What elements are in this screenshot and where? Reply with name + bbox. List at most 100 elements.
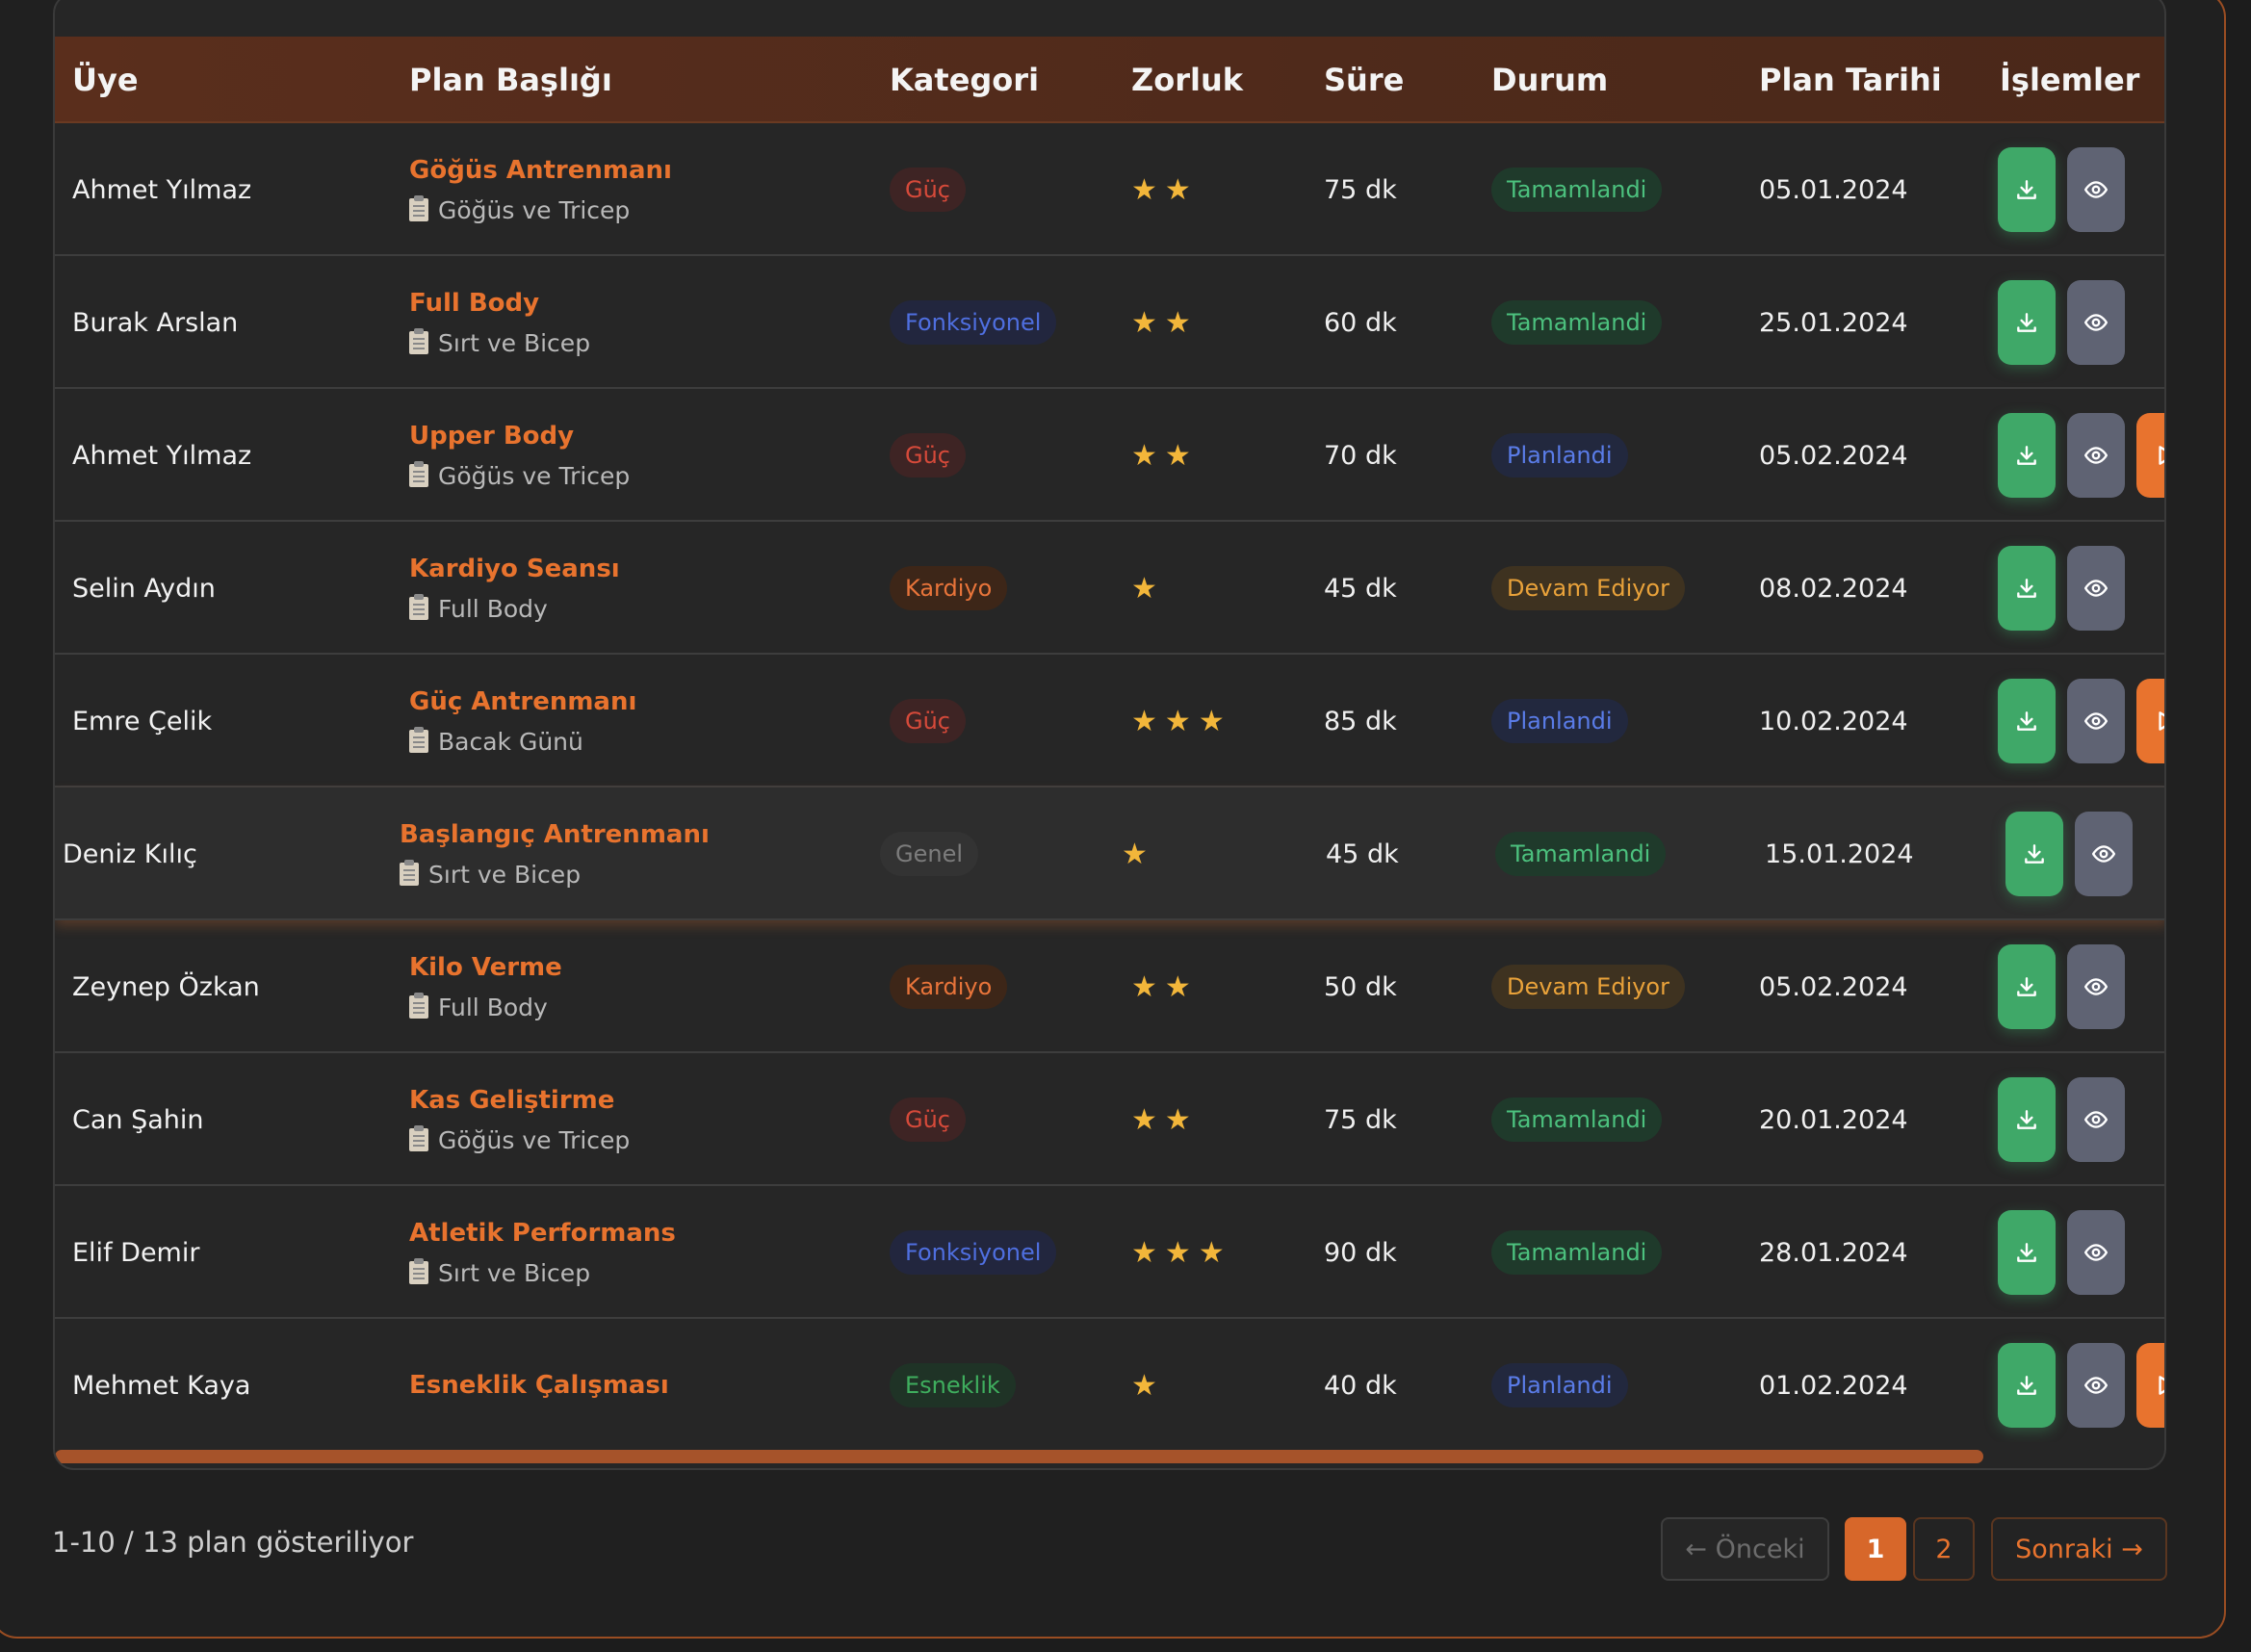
view-button[interactable]: [2067, 147, 2125, 232]
download-button[interactable]: [1998, 944, 2056, 1029]
view-button[interactable]: [2067, 679, 2125, 763]
actions-cell: [1998, 522, 2136, 655]
plan-subtitle: Sırt ve Bicep: [409, 328, 590, 357]
star-icon: ★: [1122, 838, 1148, 870]
status-badge: Planlandi: [1491, 1363, 1628, 1407]
previous-page-button[interactable]: ← Önceki: [1661, 1517, 1829, 1581]
status-badge: Planlandi: [1491, 699, 1628, 743]
view-button[interactable]: [2067, 1077, 2125, 1162]
clipboard-icon: [409, 727, 428, 753]
scrollbar-thumb[interactable]: [55, 1450, 1983, 1463]
status-badge: Tamamlandi: [1491, 168, 1663, 212]
table-row[interactable]: Ahmet Yılmaz Upper Body Göğüs ve Tricep …: [55, 389, 2164, 522]
actions-cell: [1998, 1319, 2164, 1442]
table-row[interactable]: Selin Aydın Kardiyo Seansı Full Body Kar…: [55, 522, 2164, 655]
header-plan-date[interactable]: Plan Tarihi: [1759, 37, 1942, 123]
download-button[interactable]: [1998, 413, 2056, 498]
plan-title-link[interactable]: Başlangıç Antrenmanı: [400, 820, 710, 849]
download-button[interactable]: [1998, 1343, 2056, 1428]
download-button[interactable]: [2005, 812, 2063, 896]
eye-icon: [2083, 576, 2109, 601]
plan-date: 08.02.2024: [1759, 573, 1908, 604]
table-row[interactable]: Ahmet Yılmaz Göğüs Antrenmanı Göğüs ve T…: [55, 123, 2164, 256]
table-header: Üye Plan Başlığı Kategori Zorluk Süre Du…: [55, 37, 2164, 123]
plan-title-link[interactable]: Göğüs Antrenmanı: [409, 156, 672, 185]
page-1-button[interactable]: 1: [1845, 1517, 1906, 1581]
plan-title-link[interactable]: Atletik Performans: [409, 1219, 676, 1248]
table-row[interactable]: Can Şahin Kas Geliştirme Göğüs ve Tricep…: [55, 1053, 2164, 1186]
view-button[interactable]: [2067, 1210, 2125, 1295]
view-button[interactable]: [2067, 546, 2125, 631]
category-badge: Fonksiyonel: [890, 300, 1057, 345]
difficulty-stars: ★ ★ ★: [1131, 1236, 1232, 1270]
category-badge: Kardiyo: [890, 566, 1008, 610]
eye-icon: [2083, 1373, 2109, 1398]
download-icon: [2014, 1373, 2039, 1398]
start-button[interactable]: [2136, 1343, 2164, 1428]
download-icon: [2022, 841, 2047, 866]
duration: 45 dk: [1326, 839, 1399, 869]
plan-title-link[interactable]: Güç Antrenmanı: [409, 687, 636, 716]
download-button[interactable]: [1998, 1210, 2056, 1295]
plan-cell: Kas Geliştirme Göğüs ve Tricep: [409, 1053, 630, 1186]
header-duration[interactable]: Süre: [1324, 37, 1404, 123]
plan-cell: Kardiyo Seansı Full Body: [409, 522, 620, 655]
eye-icon: [2083, 177, 2109, 202]
plan-date: 05.01.2024: [1759, 174, 1908, 205]
download-button[interactable]: [1998, 546, 2056, 631]
plan-date: 20.01.2024: [1759, 1104, 1908, 1135]
category-badge: Esneklik: [890, 1363, 1016, 1407]
table-row[interactable]: Emre Çelik Güç Antrenmanı Bacak Günü Güç…: [55, 655, 2164, 787]
header-difficulty[interactable]: Zorluk: [1131, 37, 1243, 123]
plan-title-link[interactable]: Upper Body: [409, 422, 574, 451]
table-row[interactable]: Zeynep Özkan Kilo Verme Full Body Kardiy…: [55, 920, 2164, 1053]
start-button[interactable]: [2136, 413, 2164, 498]
table-scroll-area[interactable]: Üye Plan Başlığı Kategori Zorluk Süre Du…: [55, 37, 2164, 1442]
star-icon: ★: [1164, 173, 1191, 206]
next-page-button[interactable]: Sonraki →: [1991, 1517, 2167, 1581]
category-badge: Güç: [890, 168, 967, 212]
table-row[interactable]: Burak Arslan Full Body Sırt ve Bicep Fon…: [55, 256, 2164, 389]
plan-date: 05.02.2024: [1759, 440, 1908, 471]
view-button[interactable]: [2067, 944, 2125, 1029]
eye-icon: [2083, 310, 2109, 335]
plan-date: 25.01.2024: [1759, 307, 1908, 338]
table-row[interactable]: Elif Demir Atletik Performans Sırt ve Bi…: [55, 1186, 2164, 1319]
status-badge: Planlandi: [1491, 433, 1628, 478]
plan-title-link[interactable]: Kas Geliştirme: [409, 1086, 614, 1115]
difficulty-stars: ★: [1122, 838, 1155, 871]
header-member[interactable]: Üye: [72, 37, 139, 123]
table-row[interactable]: Mehmet Kaya Esneklik Çalışması Esneklik …: [55, 1319, 2164, 1442]
horizontal-scrollbar[interactable]: [55, 1442, 2164, 1468]
download-button[interactable]: [1998, 679, 2056, 763]
header-plan-title[interactable]: Plan Başlığı: [409, 37, 612, 123]
plan-date: 05.02.2024: [1759, 971, 1908, 1002]
member-name: Selin Aydın: [72, 573, 216, 604]
star-icon: ★: [1131, 572, 1157, 605]
view-button[interactable]: [2075, 812, 2133, 896]
category-badge: Güç: [890, 433, 967, 478]
eye-icon: [2091, 841, 2116, 866]
actions-cell: [1998, 920, 2136, 1053]
play-icon: [2153, 443, 2164, 468]
eye-icon: [2083, 709, 2109, 734]
table-row[interactable]: Deniz Kılıç Başlangıç Antrenmanı Sırt ve…: [55, 787, 2164, 920]
page-2-button[interactable]: 2: [1913, 1517, 1975, 1581]
start-button[interactable]: [2136, 679, 2164, 763]
plan-title-link[interactable]: Esneklik Çalışması: [409, 1371, 669, 1400]
plan-title-link[interactable]: Kilo Verme: [409, 953, 562, 982]
category-badge: Güç: [890, 1097, 967, 1142]
download-button[interactable]: [1998, 147, 2056, 232]
header-category[interactable]: Kategori: [890, 37, 1039, 123]
view-button[interactable]: [2067, 413, 2125, 498]
download-button[interactable]: [1998, 1077, 2056, 1162]
view-button[interactable]: [2067, 280, 2125, 365]
plan-title-link[interactable]: Full Body: [409, 289, 539, 318]
view-button[interactable]: [2067, 1343, 2125, 1428]
plan-title-link[interactable]: Kardiyo Seansı: [409, 555, 620, 583]
duration: 90 dk: [1324, 1237, 1397, 1268]
category-badge: Fonksiyonel: [890, 1230, 1057, 1275]
header-status[interactable]: Durum: [1491, 37, 1608, 123]
star-icon: ★: [1131, 1236, 1157, 1269]
download-button[interactable]: [1998, 280, 2056, 365]
